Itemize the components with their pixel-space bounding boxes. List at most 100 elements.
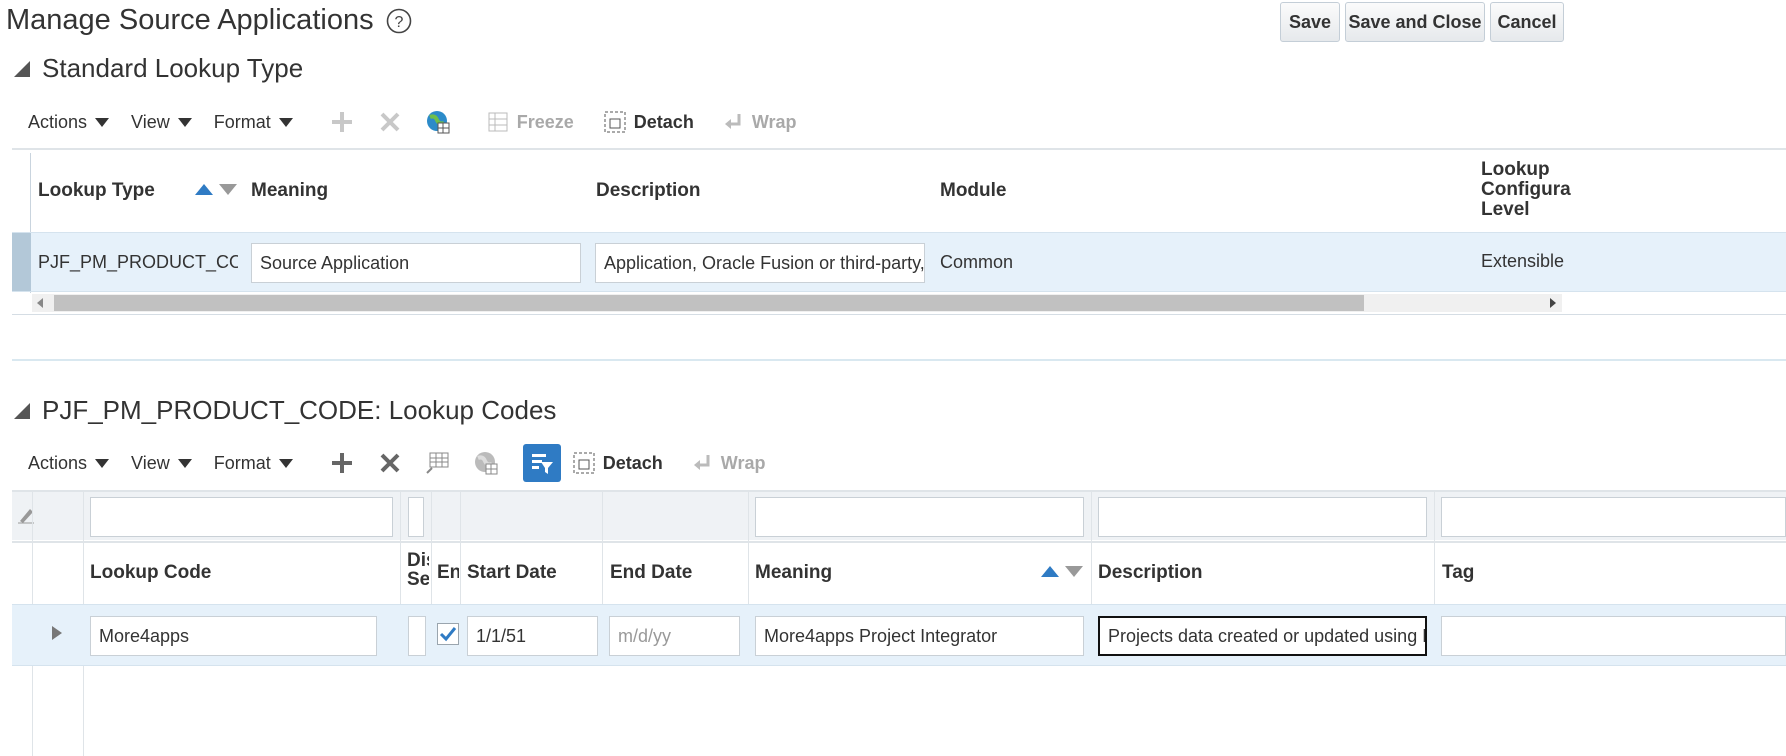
row-selector[interactable] <box>12 233 31 291</box>
filter-lookup-code[interactable] <box>90 497 393 537</box>
page-title-text: Manage Source Applications <box>6 4 374 36</box>
detach-icon <box>604 111 626 133</box>
col-enabled[interactable]: En <box>437 562 459 584</box>
bottom-toolbar: Actions View Format Detach Wrap <box>28 444 795 482</box>
column-divider <box>1434 490 1435 605</box>
wrap-button[interactable]: Wrap <box>724 111 797 133</box>
chevron-down-icon <box>95 117 110 127</box>
actions-label: Actions <box>28 111 88 132</box>
actions-menu[interactable]: Actions <box>28 452 110 474</box>
section-title: PJF_PM_PRODUCT_CODE: Lookup Codes <box>42 395 557 425</box>
svg-text:?: ? <box>394 14 403 31</box>
col-end-date[interactable]: End Date <box>610 562 692 584</box>
collapse-triangle-icon[interactable] <box>14 402 30 419</box>
detach-button[interactable]: Detach <box>573 452 663 474</box>
col-tag[interactable]: Tag <box>1442 562 1474 584</box>
scroll-left-icon[interactable] <box>37 298 43 308</box>
detach-label: Detach <box>602 452 663 473</box>
col-lookup-configuration-level[interactable]: Lookup Configura Level <box>1481 160 1571 220</box>
filter-description[interactable] <box>1098 497 1427 537</box>
top-grid-bottom <box>12 314 1786 315</box>
sort-ascending-icon[interactable] <box>195 184 213 195</box>
col-meaning[interactable]: Meaning <box>755 562 832 584</box>
actions-label: Actions <box>28 452 88 473</box>
description-input[interactable]: Projects data created or updated using M… <box>1098 616 1427 656</box>
col-lookup-type[interactable]: Lookup Type <box>38 180 155 202</box>
sort-descending-icon[interactable] <box>219 184 237 195</box>
delete-icon[interactable] <box>375 448 405 478</box>
freeze-label: Freeze <box>516 111 574 132</box>
col-description[interactable]: Description <box>1098 562 1203 584</box>
chevron-down-icon <box>278 458 293 468</box>
actions-menu[interactable]: Actions <box>28 111 110 133</box>
globe-icon[interactable] <box>471 448 501 478</box>
sort-control[interactable] <box>195 184 237 195</box>
header-border <box>12 541 1786 543</box>
chevron-down-icon <box>278 117 293 127</box>
meaning-input[interactable]: More4apps Project Integrator <box>755 616 1084 656</box>
column-divider <box>431 490 432 605</box>
col-module[interactable]: Module <box>940 180 1007 202</box>
detach-button[interactable]: Detach <box>604 111 694 133</box>
checkbox-icon <box>439 627 457 642</box>
section-separator <box>12 359 1786 361</box>
section-title: Standard Lookup Type <box>42 53 304 83</box>
column-divider <box>400 490 401 605</box>
end-date-input[interactable]: m/d/yy <box>609 616 740 656</box>
cancel-button[interactable]: Cancel <box>1490 2 1564 42</box>
lookup-codes-header[interactable]: PJF_PM_PRODUCT_CODE: Lookup Codes <box>14 395 556 426</box>
wrap-icon <box>724 114 741 129</box>
cell-module: Common <box>940 252 1014 272</box>
display-sequence-input[interactable] <box>408 616 426 656</box>
filter-meaning[interactable] <box>755 497 1084 537</box>
format-menu[interactable]: Format <box>214 453 293 474</box>
col-lookup-code[interactable]: Lookup Code <box>90 562 211 584</box>
filter-display-sequence[interactable] <box>408 497 424 537</box>
col-description[interactable]: Description <box>596 180 701 202</box>
add-icon[interactable] <box>327 448 357 478</box>
chevron-down-icon <box>95 458 110 468</box>
wrap-button[interactable]: Wrap <box>693 452 765 474</box>
col-start-date[interactable]: Start Date <box>467 562 557 584</box>
table-edit-icon[interactable] <box>423 448 453 478</box>
enabled-checkbox[interactable] <box>437 623 459 645</box>
save-button[interactable]: Save <box>1280 2 1340 42</box>
description-input[interactable]: Application, Oracle Fusion or third-part… <box>595 243 925 283</box>
save-and-close-button[interactable]: Save and Close <box>1345 2 1485 42</box>
start-date-input[interactable]: 1/1/51 <box>467 616 598 656</box>
meaning-input[interactable]: Source Application <box>251 243 581 283</box>
column-divider <box>1091 490 1092 605</box>
standard-lookup-type-header[interactable]: Standard Lookup Type <box>14 53 303 84</box>
col-label-line: Configura <box>1481 179 1571 200</box>
scrollbar-thumb[interactable] <box>54 295 1364 311</box>
sort-descending-icon[interactable] <box>1065 566 1083 577</box>
help-icon[interactable]: ? <box>386 8 412 34</box>
top-toolbar: Actions View Format Freeze Detach Wrap <box>28 104 827 140</box>
filter-tag[interactable] <box>1441 497 1786 537</box>
col-meaning[interactable]: Meaning <box>251 180 328 202</box>
col-label-line: Lookup <box>1481 159 1550 180</box>
view-menu[interactable]: View <box>131 112 192 133</box>
cell-level: Extensible <box>1481 251 1565 271</box>
wrap-icon <box>693 455 710 470</box>
lookup-code-input[interactable]: More4apps <box>90 616 377 656</box>
col-label-line: Dis <box>407 551 429 571</box>
tag-input[interactable] <box>1441 616 1786 656</box>
freeze-button[interactable]: Freeze <box>487 111 574 133</box>
scroll-right-icon[interactable] <box>1550 298 1556 308</box>
collapse-triangle-icon[interactable] <box>14 60 30 77</box>
delete-icon[interactable] <box>375 107 405 137</box>
format-menu[interactable]: Format <box>214 112 293 133</box>
view-menu[interactable]: View <box>131 453 192 474</box>
expand-row-icon[interactable] <box>52 626 62 640</box>
add-icon[interactable] <box>327 107 357 137</box>
sort-control[interactable] <box>1041 566 1083 577</box>
horizontal-scrollbar[interactable] <box>32 294 1562 312</box>
globe-icon[interactable] <box>423 107 453 137</box>
sort-ascending-icon[interactable] <box>1041 566 1059 577</box>
page-title: Manage Source Applications ? <box>6 4 412 37</box>
column-divider <box>602 490 603 605</box>
col-display-sequence[interactable]: Dis Se <box>407 551 429 589</box>
query-by-example-icon[interactable] <box>522 444 561 482</box>
app-root: Manage Source Applications ? Save Save a… <box>0 0 1786 756</box>
